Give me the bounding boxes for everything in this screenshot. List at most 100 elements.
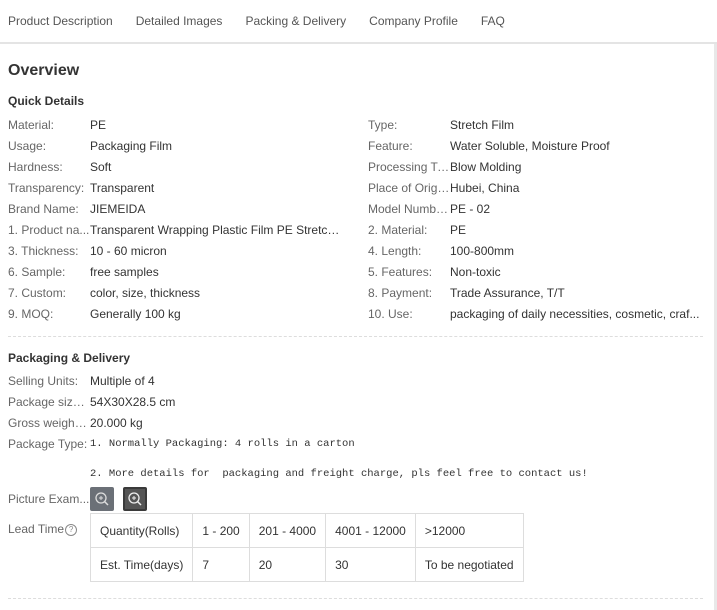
detail-row: 8. Payment: Trade Assurance, T/T <box>368 282 703 303</box>
detail-row: 1. Product na... Transparent Wrapping Pla… <box>8 219 368 240</box>
detail-label: 4. Length: <box>368 243 422 258</box>
detail-value: color, size, thickness <box>90 285 201 300</box>
detail-label: 9. MOQ: <box>8 306 54 321</box>
main-content: Overview Quick Details Material: PE Usage… <box>0 62 717 599</box>
detail-label: 1. Product na... <box>8 222 90 237</box>
quick-details-grid: Material: PE Usage: Packaging Film Hardnes… <box>8 114 709 324</box>
quick-details-right-column: Type: Stretch Film Feature: Water Soluble,… <box>368 114 703 324</box>
selling-units-value: Multiple of 4 <box>90 374 155 388</box>
lead-time-label: Lead Time <box>8 522 65 536</box>
detail-label: 7. Custom: <box>8 285 67 300</box>
tab-detailed-images[interactable]: Detailed Images <box>136 14 223 28</box>
package-type-line-1: 1. Normally Packaging: 4 rolls in a cart… <box>90 438 355 450</box>
picture-thumbnails <box>90 487 153 511</box>
section-divider <box>8 336 703 337</box>
detail-value: Non-toxic <box>450 264 501 279</box>
detail-row: Brand Name: JIEMEIDA <box>8 198 368 219</box>
zoom-icon <box>125 489 146 509</box>
quick-details-left-column: Material: PE Usage: Packaging Film Hardnes… <box>8 114 368 324</box>
detail-row: 10. Use: packaging of daily necessities, … <box>368 303 703 324</box>
detail-label: 3. Thickness: <box>8 243 79 258</box>
detail-row: 6. Sample: free samples <box>8 261 368 282</box>
detail-value: Transparent <box>90 180 155 195</box>
table-cell: 201 - 4000 <box>248 513 327 548</box>
section-divider <box>8 598 703 599</box>
package-size-label: Package size ... <box>8 395 90 409</box>
detail-value: PE <box>90 117 107 132</box>
detail-label: Type: <box>368 117 398 132</box>
detail-row: Model Number: PE - 02 <box>368 198 703 219</box>
tab-product-description[interactable]: Product Description <box>8 14 113 28</box>
detail-row: Hardness: Soft <box>8 156 368 177</box>
table-row: Quantity(Rolls) 1 - 200 201 - 4000 4001 … <box>89 513 524 548</box>
detail-row: 3. Thickness: 10 - 60 micron <box>8 240 368 261</box>
detail-row: Feature: Water Soluble, Moisture Proof <box>368 135 703 156</box>
detail-label: Model Number: <box>368 201 450 216</box>
detail-row: Material: PE <box>8 114 368 135</box>
package-type-line-2: 2. More details for packaging and freigh… <box>90 468 588 480</box>
detail-value: PE <box>450 222 467 237</box>
tab-faq[interactable]: FAQ <box>481 14 505 28</box>
detail-value: Generally 100 kg <box>90 306 181 321</box>
detail-label: Hardness: <box>8 159 63 174</box>
picture-thumbnail-2[interactable] <box>123 487 148 511</box>
detail-value: Packaging Film <box>90 138 173 153</box>
detail-label: Usage: <box>8 138 47 153</box>
zoom-icon <box>95 492 109 506</box>
detail-value: Stretch Film <box>450 117 515 132</box>
detail-row: 4. Length: 100-800mm <box>368 240 703 261</box>
package-type-label: Package Type: <box>8 437 88 451</box>
detail-row: 7. Custom: color, size, thickness <box>8 282 368 303</box>
detail-row: 5. Features: Non-toxic <box>368 261 703 282</box>
detail-label: Brand Name: <box>8 201 79 216</box>
packaging-delivery-title: Packaging & Delivery <box>8 351 131 365</box>
detail-row: Usage: Packaging Film <box>8 135 368 156</box>
detail-row: Transparency: Transparent <box>8 177 368 198</box>
picture-thumbnail-1[interactable] <box>90 487 114 511</box>
detail-value: Blow Molding <box>450 159 522 174</box>
table-cell: Quantity(Rolls) <box>89 513 194 548</box>
table-cell: To be negotiated <box>414 547 524 582</box>
detail-value: packaging of daily necessities, cosmetic… <box>450 306 700 321</box>
package-size-row: Package size ... 54X30X28.5 cm <box>8 392 709 413</box>
detail-value: Water Soluble, Moisture Proof <box>450 138 610 153</box>
detail-label: Processing Ty... <box>368 159 450 174</box>
gross-weight-label: Gross weight ... <box>8 416 90 430</box>
table-row: Est. Time(days) 7 20 30 To be negotiated <box>89 547 524 582</box>
table-cell: Est. Time(days) <box>89 547 194 582</box>
detail-value: Hubei, China <box>450 180 520 195</box>
gross-weight-value: 20.000 kg <box>90 416 143 430</box>
table-cell: 20 <box>248 547 327 582</box>
tab-company-profile[interactable]: Company Profile <box>369 14 458 28</box>
lead-time-label-wrap: Lead Time? <box>8 519 90 540</box>
detail-value: JIEMEIDA <box>90 201 146 216</box>
quick-details-title: Quick Details <box>8 94 85 108</box>
detail-label: 10. Use: <box>368 306 413 321</box>
tab-bar: Product Description Detailed Images Pack… <box>0 0 717 44</box>
table-cell: 7 <box>192 547 250 582</box>
detail-row: 9. MOQ: Generally 100 kg <box>8 303 368 324</box>
selling-units-label: Selling Units: <box>8 374 79 388</box>
detail-row: Processing Ty... Blow Molding <box>368 156 703 177</box>
table-cell: 4001 - 12000 <box>325 513 416 548</box>
tab-packing-delivery[interactable]: Packing & Delivery <box>245 14 346 28</box>
detail-label: 5. Features: <box>368 264 433 279</box>
lead-time-row: Lead Time? Quantity(Rolls) 1 - 200 201 -… <box>8 513 709 582</box>
detail-label: Material: <box>8 117 55 132</box>
help-icon[interactable]: ? <box>65 523 78 536</box>
detail-label: 8. Payment: <box>368 285 433 300</box>
gross-weight-row: Gross weight ... 20.000 kg <box>8 413 709 434</box>
package-size-value: 54X30X28.5 cm <box>90 395 176 409</box>
table-cell: 1 - 200 <box>192 513 250 548</box>
table-cell: 30 <box>325 547 416 582</box>
detail-value: Soft <box>90 159 112 174</box>
picture-example-label: Picture Exam... <box>8 492 90 506</box>
detail-label: Feature: <box>368 138 413 153</box>
detail-value: PE - 02 <box>450 201 491 216</box>
detail-value: 10 - 60 micron <box>90 243 167 258</box>
detail-label: 6. Sample: <box>8 264 66 279</box>
lead-time-table: Quantity(Rolls) 1 - 200 201 - 4000 4001 … <box>89 513 524 582</box>
detail-label: Place of Origin: <box>368 180 450 195</box>
detail-row: 2. Material: PE <box>368 219 703 240</box>
detail-label: Transparency: <box>8 180 85 195</box>
